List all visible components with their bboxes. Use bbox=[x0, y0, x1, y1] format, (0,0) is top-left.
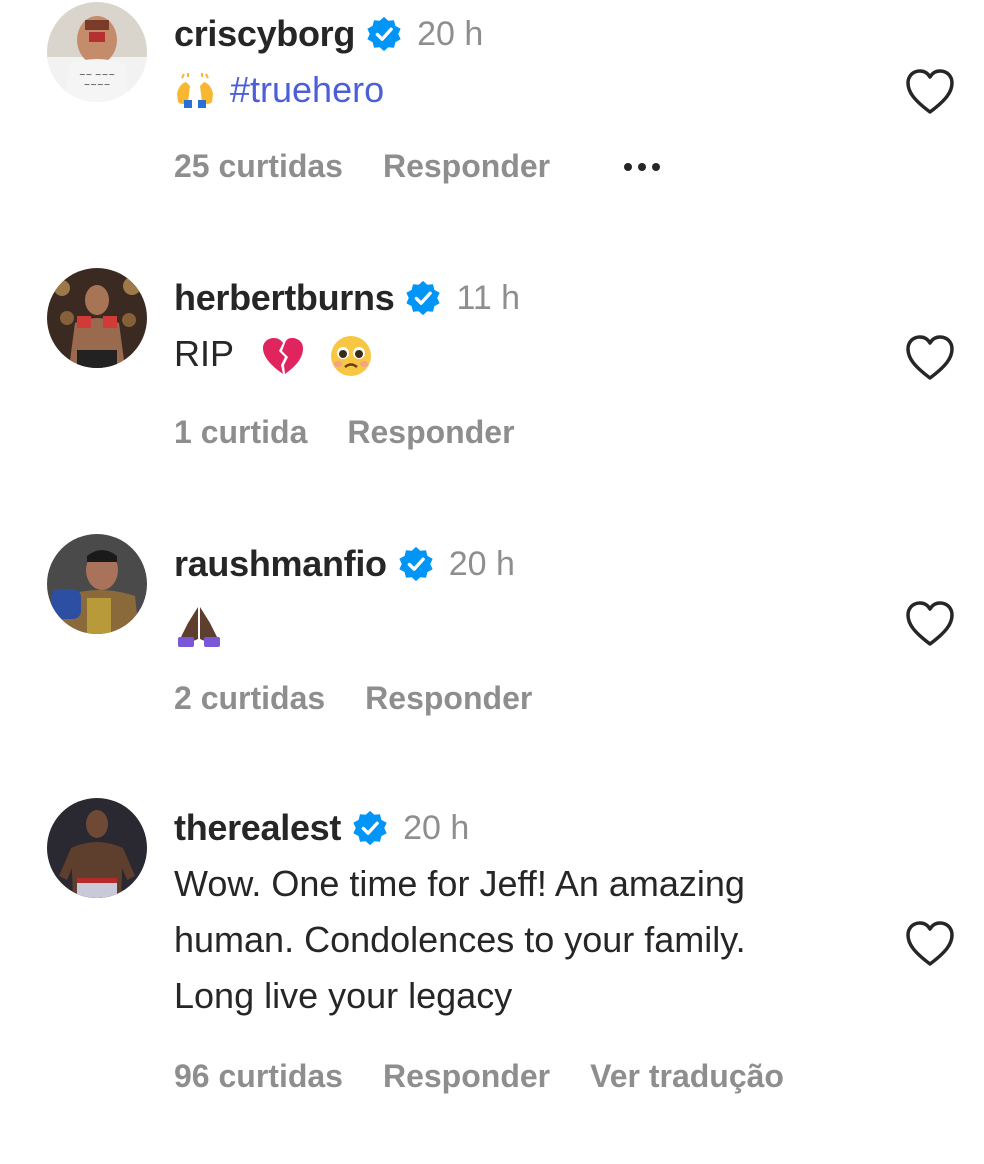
comment-actions: 2 curtidas Responder bbox=[174, 680, 572, 717]
comment-line: Wow. One time for Jeff! An amazing bbox=[174, 863, 745, 904]
comment-item: herbertburns 11 h RIP 1 curtida Responde… bbox=[0, 266, 984, 496]
username[interactable]: herbertburns bbox=[174, 277, 395, 319]
comment-header: raushmanfio 20 h bbox=[174, 540, 515, 588]
heart-icon[interactable] bbox=[904, 920, 956, 968]
username[interactable]: therealest bbox=[174, 807, 341, 849]
reply-button[interactable]: Responder bbox=[347, 414, 514, 451]
comment-line: human. Condolences to your family. bbox=[174, 919, 746, 960]
avatar[interactable]: ~~ ~~~ ~~~~ bbox=[47, 2, 147, 102]
comment-header: criscyborg 20 h bbox=[174, 10, 483, 58]
comment-item: raushmanfio 20 h 2 curtidas Responder bbox=[0, 532, 984, 762]
verified-badge-icon bbox=[351, 809, 389, 847]
comment-actions: 1 curtida Responder bbox=[174, 414, 555, 451]
comment-text: Wow. One time for Jeff! An amazing human… bbox=[174, 856, 894, 1024]
verified-badge-icon bbox=[397, 545, 435, 583]
likes-count[interactable]: 25 curtidas bbox=[174, 148, 343, 185]
comment-time: 20 h bbox=[417, 14, 484, 53]
reply-button[interactable]: Responder bbox=[383, 1058, 550, 1095]
comment-header: therealest 20 h bbox=[174, 804, 469, 852]
reply-button[interactable]: Responder bbox=[365, 680, 532, 717]
avatar[interactable] bbox=[47, 268, 147, 368]
broken-heart-emoji bbox=[261, 336, 305, 376]
heart-icon[interactable] bbox=[904, 334, 956, 382]
likes-count[interactable]: 2 curtidas bbox=[174, 680, 325, 717]
comment-item: therealest 20 h Wow. One time for Jeff! … bbox=[0, 796, 984, 1126]
folded-hands-emoji bbox=[174, 603, 224, 649]
likes-count[interactable]: 1 curtida bbox=[174, 414, 307, 451]
comment-text: #truehero bbox=[174, 62, 894, 118]
username[interactable]: criscyborg bbox=[174, 13, 355, 55]
username[interactable]: raushmanfio bbox=[174, 543, 387, 585]
reply-button[interactable]: Responder bbox=[383, 148, 550, 185]
comment-item: ~~ ~~~ ~~~~ criscyborg 20 h #truehero 25… bbox=[0, 0, 984, 230]
translate-button[interactable]: Ver tradução bbox=[590, 1058, 784, 1095]
comment-text bbox=[174, 596, 894, 652]
comment-actions: 96 curtidas Responder Ver tradução bbox=[174, 1058, 824, 1095]
comment-time: 11 h bbox=[456, 278, 521, 317]
comment-line: Long live your legacy bbox=[174, 975, 513, 1016]
comment-header: herbertburns 11 h bbox=[174, 274, 520, 322]
comment-body: RIP bbox=[174, 333, 234, 374]
pleading-face-emoji bbox=[329, 334, 373, 378]
heart-icon[interactable] bbox=[904, 68, 956, 116]
raising-hands-emoji bbox=[174, 72, 216, 112]
more-options-icon[interactable] bbox=[624, 162, 661, 171]
verified-badge-icon bbox=[365, 15, 403, 53]
svg-text:~~ ~~~: ~~ ~~~ bbox=[79, 70, 115, 79]
avatar[interactable] bbox=[47, 798, 147, 898]
avatar[interactable] bbox=[47, 534, 147, 634]
comment-text: RIP bbox=[174, 326, 894, 382]
comment-time: 20 h bbox=[403, 808, 470, 847]
comment-actions: 25 curtidas Responder bbox=[174, 148, 661, 185]
comment-time: 20 h bbox=[448, 544, 515, 583]
svg-text:~~~~: ~~~~ bbox=[84, 80, 111, 89]
verified-badge-icon bbox=[404, 279, 442, 317]
hashtag-link[interactable]: #truehero bbox=[230, 69, 384, 110]
heart-icon[interactable] bbox=[904, 600, 956, 648]
likes-count[interactable]: 96 curtidas bbox=[174, 1058, 343, 1095]
